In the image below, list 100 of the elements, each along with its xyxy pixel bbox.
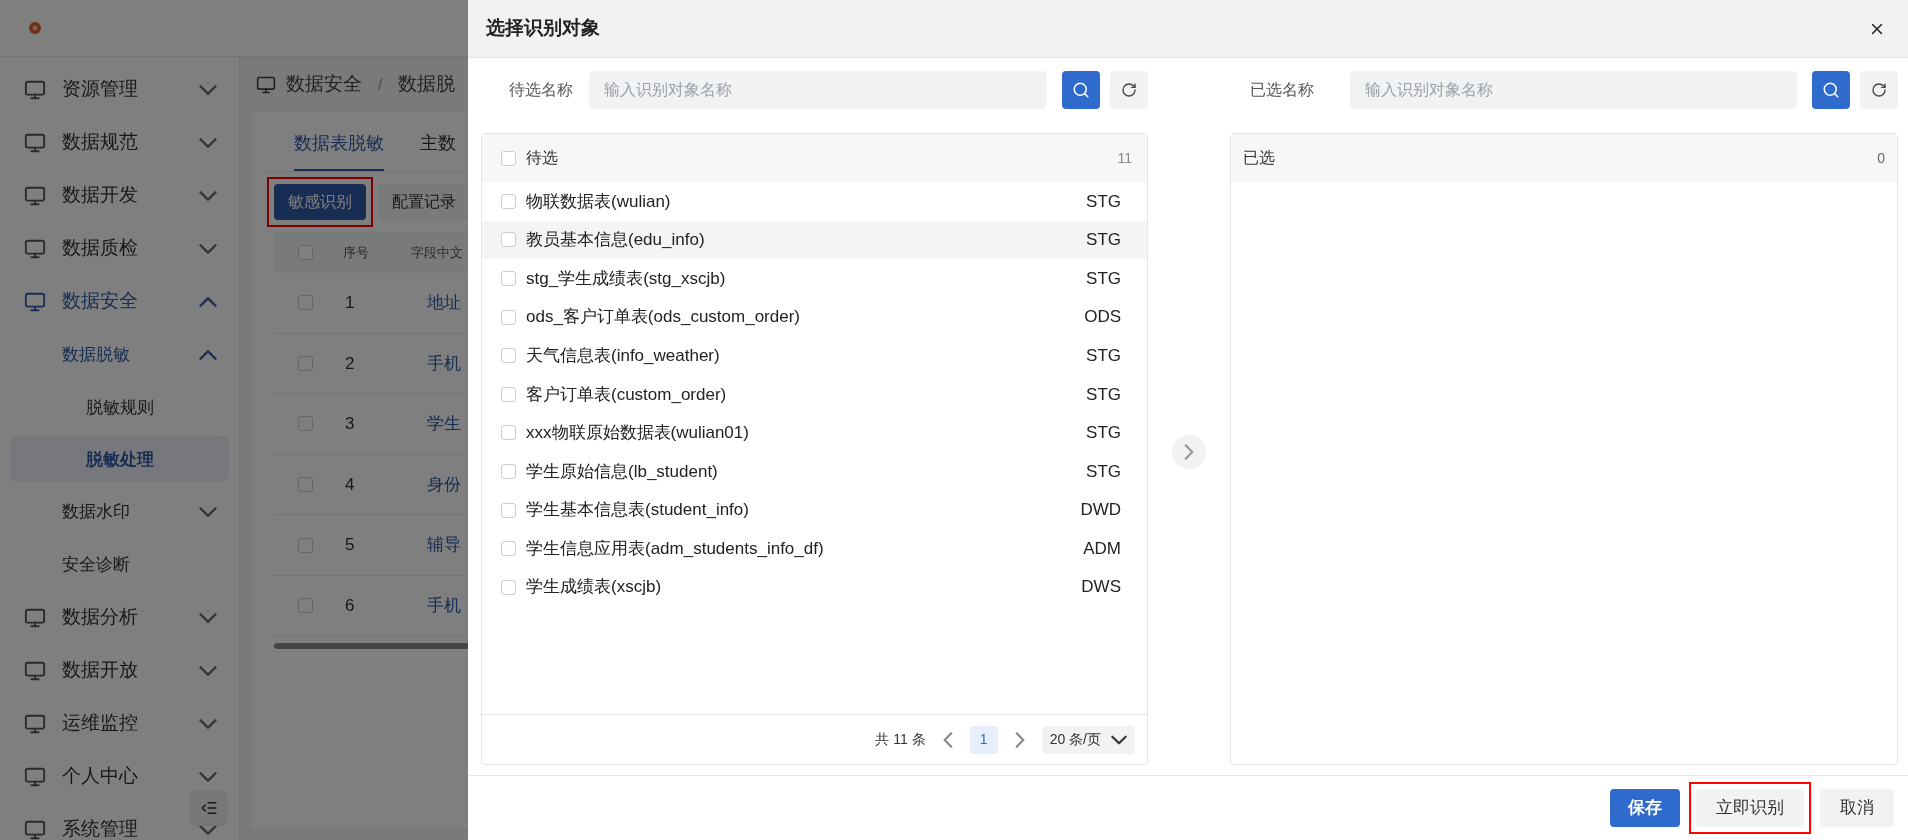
sidebar-label: 运维监控 [62,711,139,736]
checkbox[interactable] [501,232,516,248]
item-count: 0 [1877,148,1885,168]
page-button[interactable]: 1 [969,725,998,754]
checkbox[interactable] [501,579,516,595]
search-button[interactable] [1812,71,1850,109]
list-item[interactable]: 学生原始信息(lb_student) STG [482,452,1147,491]
table-cell[interactable]: 辅导 [427,532,461,558]
refresh-button[interactable] [1110,71,1148,109]
checkbox[interactable] [298,295,313,311]
submenu-label: 数据水印 [62,501,131,523]
checkbox[interactable] [501,309,516,325]
table-cell-text: 2 [345,352,356,375]
checkbox[interactable] [501,502,516,518]
monitor-icon [24,184,46,207]
item-name: 学生原始信息(lb_student) [526,460,719,483]
sidebar-item[interactable]: 数据规范 [0,116,239,169]
breadcrumb-separator: / [378,74,383,95]
dialog-button[interactable]: 立即识别 [1696,789,1804,827]
sidebar-item[interactable]: 数据安全 [0,275,239,328]
sidebar-item[interactable]: 数据分析 [0,591,239,644]
breadcrumb-item[interactable]: 数据脱 [398,70,456,99]
breadcrumb-item[interactable]: 数据安全 [286,70,362,99]
checkbox[interactable] [501,425,516,441]
item-name: ods_客户订单表(ods_custom_order) [526,306,801,329]
collapse-button[interactable] [190,790,228,826]
item-layer: ODS [1084,306,1121,329]
transfer-button[interactable] [1172,434,1206,469]
sidebar-label: 系统管理 [62,817,139,840]
table-cell[interactable]: 手机 [427,350,461,377]
sidebar-label: 数据质检 [62,236,139,261]
list-item[interactable]: 天气信息表(info_weather) STG [482,336,1147,375]
submenu-item[interactable]: 数据脱敏 [0,328,239,381]
item-name: xxx物联原始数据表(wulian01) [526,422,750,445]
submenu-item[interactable]: 安全诊断 [0,538,239,591]
table-cell-text: 4 [345,473,356,496]
list-item[interactable]: xxx物联原始数据表(wulian01) STG [482,413,1147,453]
list-title: 已选 [1243,148,1276,168]
checkbox[interactable] [298,245,313,260]
search-icon [1072,81,1090,99]
page-size-select[interactable]: 20 条/页 [1041,725,1135,754]
tab[interactable]: 数据表脱敏 [294,118,384,171]
list-item[interactable]: ods_客户订单表(ods_custom_order) ODS [482,297,1147,337]
list-item[interactable]: 学生基本信息表(student_info) DWD [482,490,1147,530]
item-layer: STG [1086,422,1121,445]
item-layer: DWS [1081,576,1121,599]
search-field[interactable]: 输入识别对象名称 [1350,71,1797,109]
monitor-icon [24,237,46,260]
checkbox[interactable] [298,537,313,553]
checkbox[interactable] [298,355,313,371]
list-item[interactable]: 客户订单表(custom_order) STG [482,374,1147,414]
submenu-item[interactable]: 数据水印 [0,485,239,538]
sidebar-item[interactable]: 数据质检 [0,222,239,275]
sidebar-item[interactable]: 数据开发 [0,169,239,222]
checkbox[interactable] [501,193,516,209]
field-label: 待选名称 [508,80,574,100]
sidebar-item[interactable]: 资源管理 [0,63,239,116]
monitor-icon [24,290,46,313]
table-cell[interactable]: 地址 [427,290,461,316]
checkbox[interactable] [298,598,313,614]
checkbox[interactable] [501,541,516,557]
item-name: 学生信息应用表(adm_students_info_df) [526,537,825,560]
sidebar-label: 数据安全 [62,289,139,314]
checkbox[interactable] [501,150,516,166]
refresh-button[interactable] [1860,71,1898,109]
table-cell[interactable]: 手机 [427,593,461,619]
toolbar-button[interactable]: 配置记录 [378,184,470,220]
checkbox[interactable] [298,477,313,493]
sidebar-item[interactable]: 数据开放 [0,644,239,697]
checkbox[interactable] [501,348,516,364]
monitor-icon [256,74,276,95]
list-item[interactable]: 物联数据表(wulian) STG [482,182,1147,221]
submenu-item[interactable]: 脱敏规则 [10,384,229,430]
list-item[interactable]: 学生信息应用表(adm_students_info_df) ADM [482,529,1147,568]
sidebar-label: 数据分析 [62,605,139,630]
checkbox[interactable] [501,386,516,402]
sidebar-item[interactable]: 运维监控 [0,697,239,750]
search-button[interactable] [1062,71,1100,109]
submenu-item[interactable]: 脱敏处理 [10,436,229,482]
column-header: 字段中文 [411,243,463,262]
list-item[interactable]: stg_学生成绩表(stg_xscjb) STG [482,259,1147,298]
submenu-label: 安全诊断 [62,554,131,576]
table-cell[interactable]: 学生 [427,411,461,437]
item-layer: STG [1086,460,1121,483]
dialog-button[interactable]: 取消 [1820,789,1894,827]
search-field[interactable]: 输入识别对象名称 [589,71,1047,109]
list-item[interactable]: 教员基本信息(edu_info) STG [482,220,1147,260]
checkbox[interactable] [501,463,516,479]
checkbox[interactable] [501,271,516,286]
refresh-icon [1871,82,1887,98]
list-item[interactable]: 学生成绩表(xscjb) DWS [482,567,1147,607]
table-cell[interactable]: 身份 [427,471,461,498]
checkbox[interactable] [298,416,313,432]
tab[interactable]: 主数 [420,118,456,171]
sidebar-label: 数据开放 [62,658,139,683]
toolbar-button[interactable]: 敏感识别 [274,184,366,220]
item-layer: STG [1086,383,1121,406]
item-name: 客户订单表(custom_order) [526,383,728,406]
dialog-button[interactable]: 保存 [1610,789,1680,827]
submenu-label: 数据脱敏 [62,344,131,366]
